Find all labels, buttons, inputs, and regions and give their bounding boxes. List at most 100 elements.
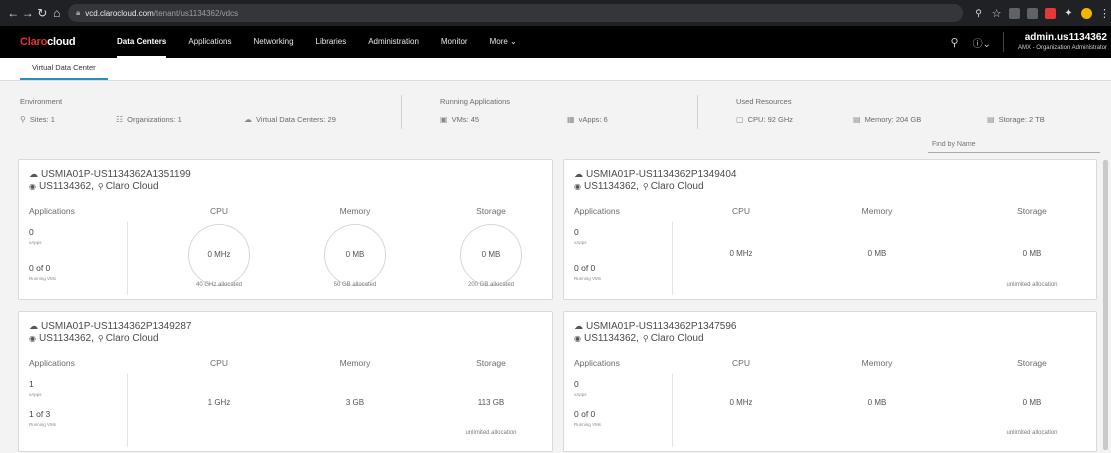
tab-virtual-data-center[interactable]: Virtual Data Center — [20, 58, 108, 80]
vdc-card[interactable]: ☁︎ USMIA01P-US1134362P1347596 ◉ US1134362,… — [563, 311, 1097, 452]
org-name: US1134362, — [583, 181, 639, 192]
memory-header: Memory — [861, 358, 893, 368]
user-menu[interactable]: admin.us1134362 AMX - Organization Admin… — [1018, 32, 1107, 52]
main-nav: Data Centers Applications Networking Lib… — [106, 26, 528, 58]
memory-value: 0 MB — [345, 250, 365, 259]
pdf-extension-icon[interactable] — [1045, 7, 1056, 19]
vms-value: VMs: 45 — [451, 115, 480, 124]
star-icon[interactable]: ☆ — [991, 7, 1002, 20]
vapps-label: vApps — [29, 392, 42, 397]
cloud-icon: ☁︎ — [244, 115, 252, 124]
summary-divider — [697, 95, 698, 129]
storage-header: Storage — [1017, 358, 1047, 368]
puzzle-icon[interactable]: ✦ — [1063, 8, 1074, 19]
site-name: Claro Cloud — [105, 333, 159, 344]
memory-value: Memory: 204 GB — [864, 115, 922, 124]
cloud-icon: ☁︎ — [29, 169, 38, 179]
location-pin-icon: ⚲ — [20, 115, 26, 124]
memory-allocated: 50 GB allocated — [333, 282, 377, 288]
column-divider — [672, 222, 673, 295]
header-divider — [1002, 32, 1004, 52]
storage-value: 0 MB — [481, 250, 501, 259]
memory-icon: ▤ — [853, 115, 861, 124]
scrollbar-thumb[interactable] — [1103, 160, 1108, 450]
storage-allocated: unlimited allocation — [1006, 282, 1058, 288]
nav-libraries[interactable]: Libraries — [305, 26, 358, 58]
storage-allocated: 200 GB allocated — [467, 282, 515, 288]
vapps-label: vApps — [574, 240, 587, 245]
zoom-icon[interactable]: ⚲ — [973, 8, 984, 19]
nav-more[interactable]: More ⌄ — [479, 26, 528, 58]
cpu-header: CPU — [210, 206, 228, 216]
nav-applications[interactable]: Applications — [177, 26, 242, 58]
vdc-card[interactable]: ☁︎ USMIA01P-US1134362P1349287 ◉ US1134362,… — [18, 311, 553, 452]
user-role: AMX - Organization Administrator — [1017, 45, 1107, 51]
vdcs-value: Virtual Data Centers: 29 — [256, 115, 336, 124]
vapps-count: 0 — [574, 379, 579, 389]
vdc-title: ☁︎ USMIA01P-US1134362A1351199 — [29, 169, 191, 180]
location-pin-icon: ⚲ — [97, 334, 104, 343]
used-resources-title: Used Resources — [736, 97, 792, 106]
org-name: US1134362, — [583, 333, 639, 344]
subtab-bar: Virtual Data Center — [0, 58, 1111, 81]
location-pin-icon: ⚲ — [642, 334, 649, 343]
applications-header: Applications — [574, 358, 620, 368]
scrollbar[interactable] — [1100, 156, 1111, 453]
chevron-down-icon: ⌄ — [510, 37, 517, 46]
vdc-title: ☁︎ USMIA01P-US1134362P1349404 — [574, 169, 736, 180]
user-name: admin.us1134362 — [1024, 32, 1107, 43]
home-icon[interactable]: ⌂ — [50, 3, 65, 23]
logo[interactable]: Clarocloud — [0, 36, 106, 48]
cpu-value: 0 MHz — [207, 250, 231, 259]
extension-icon[interactable] — [1009, 7, 1020, 19]
memory-stat: ▤ Memory: 204 GB — [853, 115, 921, 124]
vdc-card[interactable]: ☁︎ USMIA01P-US1134362P1349404 ◉ US1134362,… — [563, 159, 1097, 300]
running-title: Running Applications — [440, 97, 511, 106]
location-pin-icon: ⚲ — [97, 182, 104, 191]
kebab-menu-icon[interactable]: ⋮ — [1099, 7, 1110, 20]
forward-icon[interactable]: → — [21, 3, 36, 23]
vdc-title: ☁︎ USMIA01P-US1134362P1347596 — [574, 321, 736, 332]
memory-value: 0 MB — [867, 398, 887, 407]
vdc-title: ☁︎ USMIA01P-US1134362P1349287 — [29, 321, 191, 332]
vdcs-stat: ☁︎ Virtual Data Centers: 29 — [244, 115, 336, 124]
column-divider — [127, 374, 128, 447]
cpu-header: CPU — [732, 206, 750, 216]
vdc-name: USMIA01P-US1134362P1349287 — [41, 321, 192, 332]
profile-avatar-icon[interactable] — [1081, 7, 1092, 19]
storage-allocated: unlimited allocation — [465, 430, 517, 436]
nav-more-label: More — [489, 37, 508, 46]
memory-header: Memory — [339, 206, 371, 216]
back-icon[interactable]: ← — [6, 3, 21, 23]
nav-administration[interactable]: Administration — [357, 26, 430, 58]
nav-networking[interactable]: Networking — [243, 26, 305, 58]
nav-monitor[interactable]: Monitor — [430, 26, 479, 58]
address-bar[interactable]: 🔒︎ vcd.clarocloud.com/tenant/us1134362/v… — [68, 4, 963, 22]
org-name: US1134362, — [38, 333, 94, 344]
cpu-value: CPU: 92 GHz — [747, 115, 793, 124]
vapps-stat: ▦ vApps: 6 — [567, 115, 608, 124]
storage-stat: ▤ Storage: 2 TB — [987, 115, 1045, 124]
memory-header: Memory — [339, 358, 371, 368]
nav-data-centers[interactable]: Data Centers — [106, 26, 177, 58]
applications-header: Applications — [574, 206, 620, 216]
extension-icon[interactable] — [1027, 7, 1038, 19]
search-icon[interactable]: ⚲ — [951, 36, 959, 49]
memory-value: 3 GB — [345, 398, 365, 407]
summary-divider — [401, 95, 402, 129]
location-pin-icon: ⚲ — [642, 182, 649, 191]
storage-icon: ▤ — [987, 115, 995, 124]
find-by-name-input[interactable] — [928, 136, 1100, 153]
help-icon[interactable]: ⓘ⌄ — [973, 35, 991, 50]
environment-title: Environment — [20, 97, 63, 106]
vdc-card[interactable]: ☁︎ USMIA01P-US1134362A1351199 ◉ US1134362,… — [18, 159, 553, 300]
organizations-stat: ☷ Organizations: 1 — [116, 115, 182, 124]
vms-stat: ▣ VMs: 45 — [440, 115, 479, 124]
cpu-header: CPU — [732, 358, 750, 368]
vapps-label: vApps — [29, 240, 42, 245]
cloud-icon: ☁︎ — [574, 169, 583, 179]
vdc-org: ◉ US1134362, ⚲ Claro Cloud — [574, 333, 704, 344]
site-name: Claro Cloud — [650, 181, 704, 192]
vdc-org: ◉ US1134362, ⚲ Claro Cloud — [29, 181, 159, 192]
reload-icon[interactable]: ↻ — [35, 3, 50, 23]
